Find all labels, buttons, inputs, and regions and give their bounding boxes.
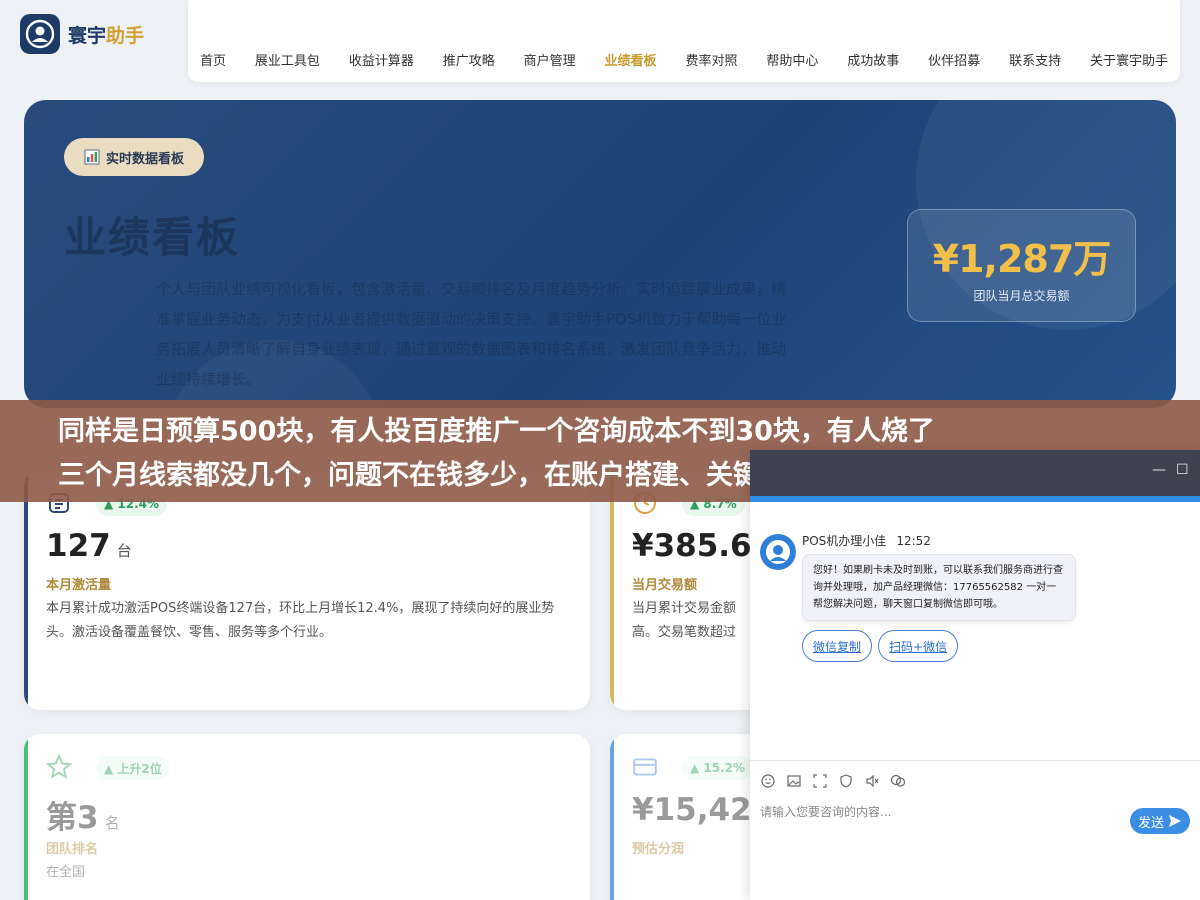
stat-label: 预估分润 bbox=[632, 842, 685, 857]
stat-card-ranking: ▲ 上升2位 第3 名 团队排名 在全国 bbox=[24, 734, 590, 900]
scan-wechat-button[interactable]: 扫码+微信 bbox=[878, 630, 959, 662]
stat-number: 127 bbox=[46, 528, 111, 564]
hero-badge-label: 实时数据看板 bbox=[106, 151, 185, 167]
stat-description: 在全国 bbox=[46, 865, 86, 880]
trend-badge: ▲ 15.2% bbox=[682, 756, 754, 780]
chat-header-accent bbox=[750, 496, 1200, 502]
nav-item[interactable]: 伙伴招募 bbox=[928, 50, 980, 69]
total-volume-value: ¥1,287万 bbox=[932, 236, 1112, 281]
message-time: 12:52 bbox=[896, 534, 931, 548]
chat-message-input[interactable] bbox=[760, 800, 1120, 824]
stat-number: 第3 bbox=[46, 800, 99, 836]
banner-line-1: 同样是日预算500块，有人投百度推广一个咨询成本不到30块，有人烧了 bbox=[58, 416, 935, 447]
chat-toolbar bbox=[750, 760, 1200, 800]
stat-value: 127 台 bbox=[46, 528, 132, 564]
nav-item[interactable]: 帮助中心 bbox=[766, 50, 818, 69]
nav-item[interactable]: 成功故事 bbox=[847, 50, 899, 69]
card-accent-bar bbox=[610, 470, 614, 710]
nav-item[interactable]: 展业工具包 bbox=[255, 50, 320, 69]
chat-header: — ☐ bbox=[750, 450, 1200, 502]
total-volume-stat: ¥1,287万 团队当月总交易额 bbox=[907, 209, 1136, 322]
nav-item[interactable]: 联系支持 bbox=[1009, 50, 1061, 69]
brand-name: 寰宇助手 bbox=[68, 21, 144, 48]
stat-description: 当月累计交易金额高。交易笔数超过 bbox=[632, 601, 737, 640]
nav-item[interactable]: 收益计算器 bbox=[349, 50, 414, 69]
card-accent-bar bbox=[610, 734, 614, 900]
total-volume-label: 团队当月总交易额 bbox=[973, 288, 1070, 303]
brand-name-accent: 助手 bbox=[106, 24, 145, 47]
agent-avatar-icon bbox=[760, 534, 796, 570]
card-accent-bar bbox=[24, 470, 28, 710]
top-navbar: 首页 展业工具包 收益计算器 推广攻略 商户管理 业绩看板 费率对照 帮助中心 成功故事 伙伴招募… bbox=[188, 0, 1180, 82]
shield-icon[interactable] bbox=[838, 773, 854, 789]
image-icon[interactable] bbox=[786, 773, 802, 789]
stat-description: 本月累计成功激活POS终端设备127台，环比上月增长12.4%，展现了持续向好的… bbox=[46, 601, 555, 640]
nav-item[interactable]: 业绩看板 bbox=[605, 50, 657, 69]
stat-value: 第3 名 bbox=[46, 792, 120, 837]
screenshot-icon[interactable] bbox=[812, 773, 828, 789]
stat-label: 本月激活量 bbox=[46, 578, 112, 593]
minimize-icon[interactable]: — bbox=[1152, 462, 1166, 478]
user-avatar-icon bbox=[20, 14, 60, 54]
brand-name-main: 寰宇 bbox=[68, 24, 107, 47]
star-icon bbox=[46, 754, 72, 780]
chat-bubbles-icon[interactable] bbox=[890, 773, 906, 789]
send-button[interactable]: 发送 bbox=[1130, 808, 1190, 834]
message-bubble: 您好！如果刷卡未及时到账，可以联系我们服务商进行查询并处理哦，加产品经理微信：1… bbox=[802, 554, 1076, 621]
hero-description: 个人与团队业绩可视化看板，包含激活量、交易额排名及月度趋势分析。实时追踪展业成果… bbox=[156, 280, 787, 388]
copy-wechat-button[interactable]: 微信复制 bbox=[802, 630, 873, 662]
nav-item[interactable]: 费率对照 bbox=[685, 50, 737, 69]
bar-chart-icon bbox=[84, 149, 100, 165]
brand-logo[interactable]: 寰宇助手 bbox=[20, 14, 144, 54]
main-nav: 首页 展业工具包 收益计算器 推广攻略 商户管理 业绩看板 费率对照 帮助中心 成功故事 伙伴招募… bbox=[188, 50, 1180, 69]
maximize-icon[interactable]: ☐ bbox=[1176, 462, 1189, 478]
chat-quick-actions: 微信复制 扫码+微信 bbox=[802, 630, 959, 662]
stat-label: 团队排名 bbox=[46, 842, 99, 857]
card-accent-bar bbox=[24, 734, 28, 900]
stat-unit: 台 bbox=[116, 542, 132, 560]
page-title: 业绩看板 bbox=[64, 213, 241, 262]
stat-card-activation: ▲ 12.4% 127 台 本月激活量 本月累计成功激活POS终端设备127台，环… bbox=[24, 470, 590, 710]
emoji-icon[interactable] bbox=[760, 773, 776, 789]
credit-card-icon bbox=[632, 754, 658, 780]
hero-section: 实时数据看板 业绩看板 个人与团队业绩可视化看板，包含激活量、交易额排名及月度趋… bbox=[24, 100, 1176, 408]
nav-item[interactable]: 推广攻略 bbox=[443, 50, 495, 69]
trend-badge: ▲ 上升2位 bbox=[96, 756, 170, 780]
stat-number: ¥385.6 bbox=[632, 528, 752, 564]
nav-item[interactable]: 首页 bbox=[200, 50, 226, 69]
message-meta: POS机办理小佳 12:52 bbox=[802, 532, 931, 549]
chat-window: — ☐ POS机办理小佳 12:52 您好！如果刷卡未及时到账，可以联系我们服务商… bbox=[750, 450, 1200, 900]
stat-label: 当月交易额 bbox=[632, 578, 698, 593]
agent-name: POS机办理小佳 bbox=[802, 534, 887, 548]
hero-badge: 实时数据看板 bbox=[64, 138, 205, 176]
nav-item[interactable]: 商户管理 bbox=[524, 50, 576, 69]
send-button-label: 发送 bbox=[1137, 815, 1164, 831]
stat-unit: 名 bbox=[104, 814, 120, 832]
send-arrow-icon bbox=[1169, 815, 1181, 827]
sound-icon[interactable] bbox=[864, 773, 880, 789]
nav-item[interactable]: 关于寰宇助手 bbox=[1090, 50, 1168, 69]
